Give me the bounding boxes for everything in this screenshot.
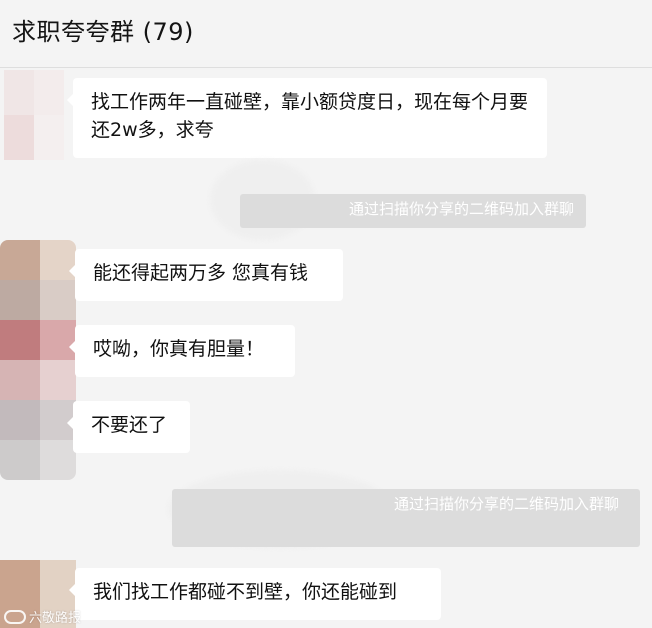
watermark-logo-icon (4, 609, 26, 624)
avatar[interactable] (0, 240, 76, 480)
message-text: 找工作两年一直碰壁，靠小额贷度日，现在每个月要还2w多，求夸 (91, 91, 529, 141)
message-text: 能还得起两万多 您真有钱 (93, 262, 309, 284)
message-bubble: 我们找工作都碰不到壁，你还能碰到 (69, 568, 441, 620)
message-bubble: 能还得起两万多 您真有钱 (69, 249, 343, 301)
system-notice-text: 通过扫描你分享的二维码加入群聊 (348, 200, 574, 218)
message-bubble: 不要还了 (67, 401, 190, 453)
watermark: 六敬路报 (4, 607, 81, 626)
system-notice: 通过扫描你分享的二维码加入群聊 (172, 489, 640, 547)
chat-header: 求职夸夸群 (79) (0, 0, 652, 68)
message-bubble: 找工作两年一直碰壁，靠小额贷度日，现在每个月要还2w多，求夸 (67, 78, 547, 158)
avatar[interactable] (4, 70, 64, 160)
message-text: 哎呦，你真有胆量！ (93, 338, 265, 360)
chat-title: 求职夸夸群 (79) (12, 18, 194, 46)
watermark-text: 六敬路报 (29, 611, 82, 626)
system-notice-text: 通过扫描你分享的二维码加入群聊 (394, 495, 620, 513)
system-notice: 通过扫描你分享的二维码加入群聊 (240, 194, 586, 228)
message-text: 我们找工作都碰不到壁，你还能碰到 (93, 581, 398, 603)
message-text: 不要还了 (91, 414, 168, 436)
message-bubble: 哎呦，你真有胆量！ (69, 325, 295, 377)
